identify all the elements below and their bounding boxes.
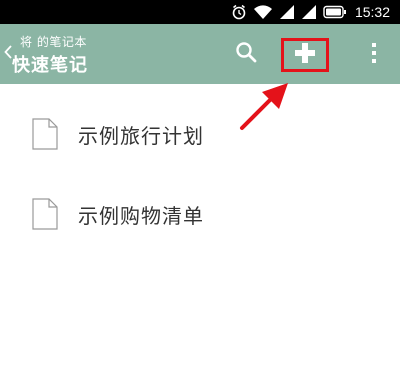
plus-icon xyxy=(294,42,316,68)
status-icons: 15:32 xyxy=(231,0,390,24)
more-vertical-icon xyxy=(371,42,377,68)
battery-icon xyxy=(323,5,347,19)
page-title[interactable]: 快速笔记 xyxy=(12,51,88,77)
search-icon xyxy=(234,40,258,68)
document-icon xyxy=(32,198,58,230)
wifi-icon xyxy=(253,4,273,20)
app-bar: 将 的笔记本 快速笔记 xyxy=(0,24,400,84)
note-title: 示例旅行计划 xyxy=(78,124,204,148)
signal-icon xyxy=(301,4,317,20)
note-item-travel-plan[interactable]: 示例旅行计划 xyxy=(0,100,400,164)
add-note-button[interactable] xyxy=(281,38,329,72)
note-title: 示例购物清单 xyxy=(78,204,204,228)
signal-icon xyxy=(279,4,295,20)
notebook-subtitle[interactable]: 将 的笔记本 xyxy=(20,33,87,50)
note-item-shopping-list[interactable]: 示例购物清单 xyxy=(0,180,400,244)
status-time: 15:32 xyxy=(354,4,390,20)
status-bar: 15:32 xyxy=(0,0,400,24)
document-icon xyxy=(32,118,58,150)
more-options-button[interactable] xyxy=(362,38,386,72)
search-button[interactable] xyxy=(230,38,262,70)
alarm-icon xyxy=(231,4,247,20)
